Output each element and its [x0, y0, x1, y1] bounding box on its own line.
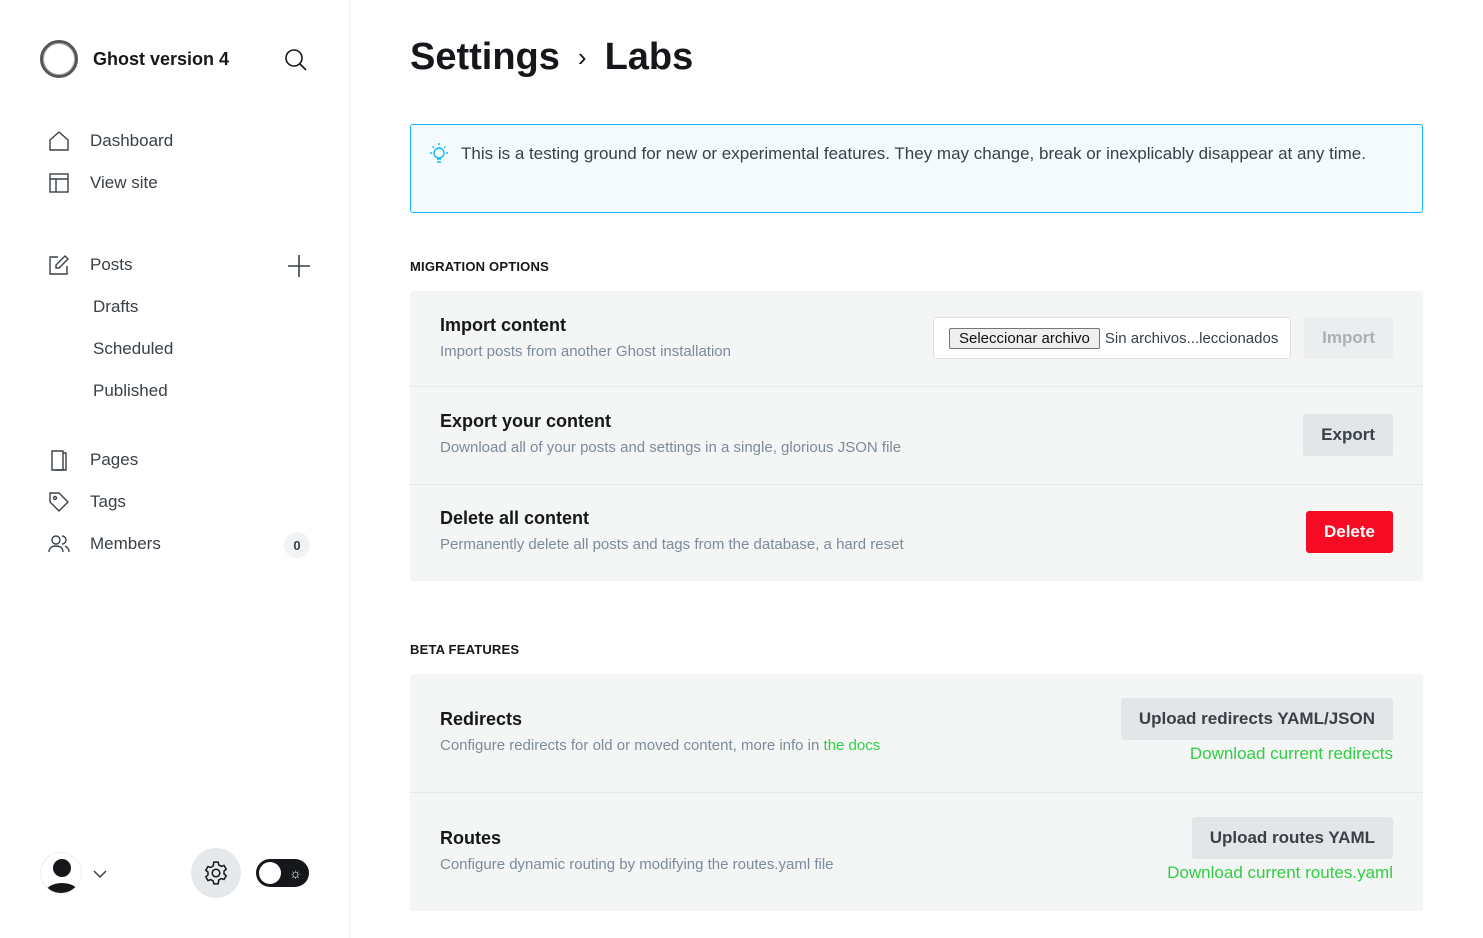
- export-button[interactable]: Export: [1303, 414, 1393, 456]
- user-avatar[interactable]: [40, 852, 82, 894]
- sidebar-item-posts[interactable]: Posts: [48, 254, 133, 276]
- theme-toggle[interactable]: ☼: [256, 859, 309, 887]
- upload-redirects-button[interactable]: Upload redirects YAML/JSON: [1120, 698, 1393, 740]
- notice-text: This is a testing ground for new or expe…: [461, 144, 1366, 163]
- site-name: Ghost version 4: [93, 48, 230, 69]
- download-redirects-link[interactable]: Download current redirects: [1190, 744, 1393, 764]
- members-icon: [48, 533, 70, 555]
- layout-icon: [48, 172, 70, 194]
- import-button[interactable]: Import: [1304, 317, 1393, 359]
- sidebar-item-tags[interactable]: Tags: [48, 491, 126, 513]
- choose-file-button[interactable]: Seleccionar archivo: [949, 327, 1100, 349]
- migration-panel: Import content Import posts from another…: [410, 291, 1423, 581]
- beta-panel: Redirects Configure redirects for old or…: [410, 674, 1423, 911]
- delete-row: Delete all content Permanently delete al…: [410, 485, 1423, 581]
- sidebar-item-pages[interactable]: Pages: [48, 449, 138, 471]
- home-icon: [48, 130, 70, 152]
- sidebar-item-label: Members: [90, 534, 161, 553]
- sidebar-item-label: Dashboard: [90, 131, 174, 150]
- tag-icon: [48, 491, 70, 513]
- routes-desc: Configure dynamic routing by modifying t…: [440, 856, 834, 873]
- toggle-knob: [259, 862, 281, 884]
- delete-button[interactable]: Delete: [1305, 511, 1393, 553]
- delete-desc: Permanently delete all posts and tags fr…: [440, 536, 904, 553]
- edit-icon: [48, 254, 70, 276]
- breadcrumb-current: Labs: [604, 36, 694, 78]
- labs-notice: This is a testing ground for new or expe…: [410, 124, 1423, 213]
- sidebar-item-dashboard[interactable]: Dashboard: [48, 130, 173, 152]
- upload-routes-button[interactable]: Upload routes YAML: [1191, 817, 1393, 859]
- site-brand[interactable]: Ghost version 4: [40, 40, 229, 78]
- sun-icon: ☼: [289, 865, 302, 881]
- chevron-down-icon[interactable]: [93, 866, 107, 884]
- file-status: Sin archivos...leccionados: [1104, 329, 1279, 347]
- sidebar-item-label: Posts: [90, 255, 133, 274]
- sidebar-item-scheduled[interactable]: Scheduled: [93, 339, 173, 359]
- redirects-row: Redirects Configure redirects for old or…: [410, 674, 1423, 793]
- export-row: Export your content Download all of your…: [410, 387, 1423, 485]
- routes-title: Routes: [440, 828, 502, 848]
- sidebar-item-drafts[interactable]: Drafts: [93, 297, 138, 317]
- docs-link[interactable]: the docs: [824, 737, 881, 754]
- import-file-input[interactable]: Seleccionar archivo Sin archivos...leccio…: [933, 317, 1291, 359]
- import-title: Import content: [440, 315, 566, 335]
- beta-heading: BETA FEATURES: [410, 642, 520, 657]
- sidebar-item-label: View site: [90, 173, 158, 192]
- migration-heading: MIGRATION OPTIONS: [410, 259, 549, 274]
- settings-gear-button[interactable]: [191, 848, 241, 898]
- import-desc: Import posts from another Ghost installa…: [440, 343, 731, 360]
- delete-title: Delete all content: [440, 508, 590, 528]
- import-row: Import content Import posts from another…: [410, 291, 1423, 387]
- sidebar-item-view-site[interactable]: View site: [48, 172, 158, 194]
- members-count-badge: 0: [284, 532, 310, 558]
- export-title: Export your content: [440, 411, 612, 431]
- download-routes-link[interactable]: Download current routes.yaml: [1167, 863, 1393, 883]
- chevron-right-icon: ›: [577, 42, 587, 72]
- redirects-desc-text: Configure redirects for old or moved con…: [440, 737, 824, 754]
- sidebar-item-published[interactable]: Published: [93, 381, 168, 401]
- site-logo: [40, 40, 78, 78]
- redirects-title: Redirects: [440, 709, 523, 729]
- redirects-desc: Configure redirects for old or moved con…: [440, 737, 880, 754]
- gear-icon: [204, 861, 228, 885]
- page-title: Settings › Labs: [410, 36, 693, 79]
- lightbulb-icon: [428, 142, 450, 174]
- search-icon[interactable]: [284, 48, 308, 77]
- sidebar-item-label: Tags: [90, 492, 126, 511]
- sidebar-item-members[interactable]: Members: [48, 533, 161, 555]
- export-desc: Download all of your posts and settings …: [440, 439, 902, 456]
- page-icon: [48, 449, 70, 471]
- sidebar: Ghost version 4 Dashboard View site Post…: [0, 0, 350, 938]
- sidebar-item-label: Pages: [90, 450, 139, 469]
- breadcrumb-settings[interactable]: Settings: [410, 36, 560, 79]
- new-post-plus-icon[interactable]: [287, 254, 311, 283]
- routes-row: Routes Configure dynamic routing by modi…: [410, 793, 1423, 911]
